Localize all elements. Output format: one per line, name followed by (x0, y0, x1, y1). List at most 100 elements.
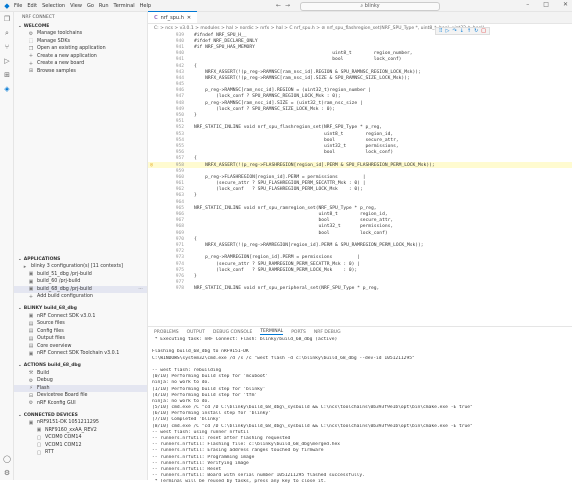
panel-tab-terminal[interactable]: TERMINAL (260, 329, 284, 335)
applications-item-icon: ▣ (28, 271, 34, 278)
line-text: uint32_t permissions, (194, 143, 399, 149)
sidebar-item-applications-3[interactable]: + Add build configuration (14, 293, 147, 301)
line-number: 971 (175, 242, 184, 248)
sidebar-item-actions-1[interactable]: ⚙ Debug (14, 377, 147, 385)
line-number: 941 (175, 57, 184, 63)
actions-item-icon: ⚙ (28, 377, 34, 384)
sidebar-item-actions-2[interactable]: ⚡ Flash (14, 384, 147, 392)
sidebar-item-blinky-3[interactable]: ▤ Output files (14, 335, 147, 343)
applications-item-label: Add build configuration (37, 294, 93, 300)
account-icon[interactable]: ◯ (0, 452, 14, 466)
extensions-icon[interactable]: ⊞ (0, 68, 14, 82)
nav-arrows[interactable]: ← → (276, 2, 290, 9)
sidebar-item-welcome-4[interactable]: + Create a new board (14, 60, 147, 68)
explorer-icon[interactable]: ❐ (0, 12, 14, 26)
sidebar-item-welcome-5[interactable]: ⊞ Browse samples (14, 68, 147, 76)
sidebar-title: NRF CONNECT (22, 14, 55, 20)
sidebar-item-blinky-4[interactable]: ▤ Core overview (14, 343, 147, 351)
actions-item-icon: ⊟ (28, 392, 34, 399)
tab-close-icon[interactable]: ✕ (187, 15, 191, 21)
section-devices[interactable]: ⌄ CONNECTED DEVICES (14, 411, 147, 419)
line-text: { (194, 236, 197, 242)
breakpoint-icon[interactable]: ◎ (150, 162, 153, 168)
line-text: #ifndef NRF_SPU_H__ (194, 32, 247, 38)
sidebar-item-actions-0[interactable]: ⚒ Build (14, 370, 147, 378)
run-debug-icon[interactable]: ▷ (0, 54, 14, 68)
sidebar-item-welcome-1[interactable]: ⬚ Manage SDKs (14, 38, 147, 46)
panel-tab-ports[interactable]: PORTS (291, 330, 306, 335)
section-actions[interactable]: ⌄ ACTIONS build_68_dbg (14, 362, 147, 370)
sidebar-item-welcome-2[interactable]: ❐ Open an existing application (14, 45, 147, 53)
terminal-output[interactable]: * Executing task: nRF Connect: Flash: bl… (148, 337, 572, 486)
sidebar-item-welcome-3[interactable]: + Create a new application (14, 53, 147, 61)
welcome-item-label: Open an existing application (37, 46, 106, 52)
search-activity-icon[interactable]: ⌕ (0, 26, 14, 40)
code-editor[interactable]: 939 #ifndef NRF_SPU_H__ 940 #ifdef NRF_DECL… (148, 32, 572, 326)
back-arrow-icon[interactable]: ← (276, 2, 281, 9)
settings-gear-icon[interactable]: ⚙ (0, 466, 14, 480)
section-blinky[interactable]: ⌄ BLINKY build_68_dbg (14, 305, 147, 313)
panel-tab-output[interactable]: OUTPUT (187, 330, 205, 335)
line-text: #if NRF_SPU_HAS_MEMORY (194, 44, 255, 50)
sidebar-item-devices-2[interactable]: ▢ VCOM0 COM14 (14, 434, 147, 442)
sidebar-item-devices-0[interactable]: ▣ nRF9151-DK 1051211295 (14, 419, 147, 427)
menu-item-help[interactable]: Help (140, 3, 151, 9)
menu-item-view[interactable]: View (70, 3, 82, 9)
window-controls[interactable]: – □ ✕ (526, 1, 568, 8)
line-number: 962 (175, 187, 184, 193)
chevron-down-icon: ⌄ (18, 306, 22, 311)
line-text: bool secure_attr, (194, 218, 394, 224)
sidebar-item-blinky-2[interactable]: ▤ Config files (14, 328, 147, 336)
nrf-connect-icon[interactable]: ◈ (0, 82, 14, 96)
applications-item-label: build_51_dbg /prj-build (37, 271, 92, 277)
sidebar-item-devices-3[interactable]: ▢ VCOM1 COM12 (14, 442, 147, 450)
close-icon[interactable]: ✕ (563, 1, 568, 8)
section-applications[interactable]: ⌄ APPLICATIONS (14, 255, 147, 263)
sidebar-item-applications-0[interactable]: ▣ build_51_dbg /prj-build (14, 271, 147, 279)
panel-tab-debug-console[interactable]: DEBUG CONSOLE (213, 330, 252, 335)
blinky-item-label: Source files (37, 321, 65, 327)
sidebar-item-devices-1[interactable]: ▣ NRF9160_xxAA_REV2 (14, 427, 147, 435)
tab-label: nrf_spu.h (160, 14, 184, 21)
sidebar-item-blinky-5[interactable]: ▣ nRF Connect SDK Toolchain v3.0.1 (14, 350, 147, 358)
forward-arrow-icon[interactable]: → (285, 2, 290, 9)
line-number: 945 (175, 82, 184, 88)
minimize-icon[interactable]: – (526, 1, 529, 8)
sidebar-item-blinky-0[interactable]: ▣ nRF Connect SDK v3.0.1 (14, 313, 147, 321)
menu-item-terminal[interactable]: Terminal (114, 3, 135, 9)
breadcrumb[interactable]: C: > ncs > v3.0.1 > modules > hal > nord… (148, 24, 572, 32)
panel-tab-problems[interactable]: PROBLEMS (154, 330, 179, 335)
sidebar-item-devices-4[interactable]: ▢ RTT (14, 449, 147, 457)
devices-item-label: RTT (45, 450, 54, 456)
activity-bar: ❐ ⌕ ⑂ ▷ ⊞ ◈ ◯ ⚙ (0, 12, 14, 480)
menu-item-run[interactable]: Run (99, 3, 109, 9)
menu-item-go[interactable]: Go (87, 3, 94, 9)
section-header-devices: CONNECTED DEVICES (23, 412, 78, 418)
sidebar-item-blinky-1[interactable]: ▤ Source files (14, 320, 147, 328)
search-input[interactable]: ⌕ blinky (300, 1, 440, 11)
source-control-icon[interactable]: ⑂ (0, 40, 14, 54)
sidebar-item-applications-1[interactable]: ▣ build_60 /prj-build (14, 278, 147, 286)
sidebar-item-welcome-0[interactable]: ⚙ Manage toolchains (14, 30, 147, 38)
blinky-item-icon: ▤ (28, 328, 34, 335)
sidebar-item-actions-3[interactable]: ⊟ Devicetree Board file (14, 392, 147, 400)
section-header-blinky: BLINKY build_68_dbg (23, 306, 77, 311)
panel-tab-nrf-debug[interactable]: NRF DEBUG (314, 330, 341, 335)
menu-item-selection[interactable]: Selection (42, 3, 65, 9)
line-text: bool lock_conf) (194, 150, 394, 156)
menu-item-edit[interactable]: Edit (27, 3, 37, 9)
tab-nrf-spu-h[interactable]: C nrf_spu.h ✕ (148, 11, 198, 23)
menu-item-file[interactable]: File (14, 3, 22, 9)
chevron-down-icon: ⌄ (18, 363, 22, 368)
section-welcome[interactable]: ⌄ WELCOME (14, 22, 147, 30)
devices-item-label: NRF9160_xxAA_REV2 (45, 427, 97, 433)
line-number: 942 (175, 63, 184, 69)
line-number: 976 (175, 273, 184, 279)
blinky-item-label: nRF Connect SDK v3.0.1 (37, 313, 96, 319)
maximize-icon[interactable]: □ (543, 1, 549, 8)
line-text: NRF_STATIC_INLINE void nrf_spu_flashregi… (194, 125, 383, 131)
more-actions-icon[interactable]: ⋯ (138, 287, 143, 292)
sidebar-item-applications-2[interactable]: ▣ build_68_dbg /prj-build ⋯ (14, 285, 147, 293)
sidebar-item-actions-4[interactable]: ⚙ nRF Kconfig GUI (14, 400, 147, 408)
app-root[interactable]: ▸ blinky 3 configuration(s) [11 contexts] (14, 263, 147, 271)
